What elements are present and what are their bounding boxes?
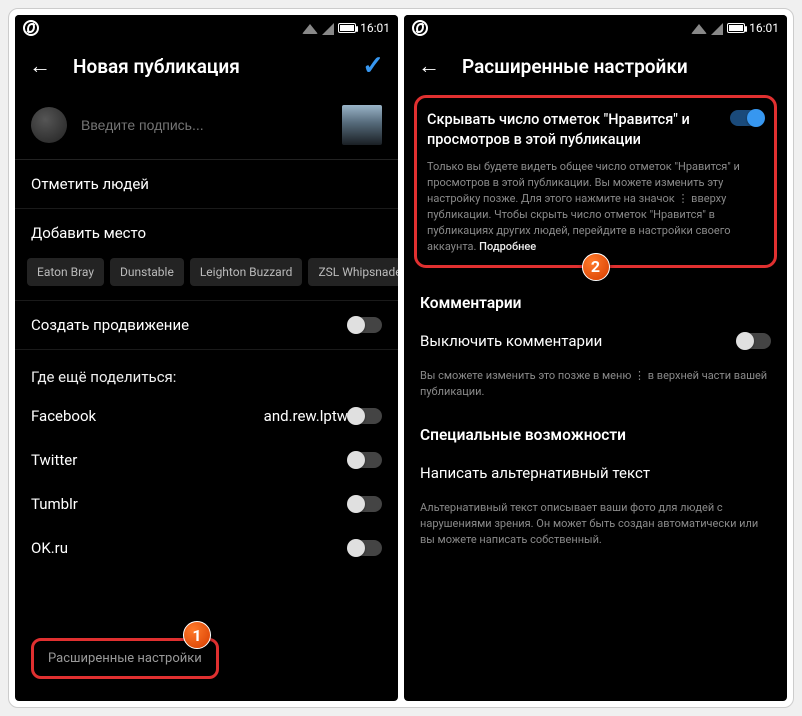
battery-icon <box>338 23 356 33</box>
location-chips: Eaton Bray Dunstable Leighton Buzzard ZS… <box>15 250 398 301</box>
share-facebook[interactable]: Facebook and.rew.lptw <box>15 394 398 438</box>
location-chip[interactable]: Eaton Bray <box>27 258 104 286</box>
share-account: and.rew.lptw <box>264 407 348 425</box>
alt-text-label: Написать альтернативный текст <box>420 464 771 482</box>
phone-left: 16:01 ← Новая публикация ✓ Отметить люде… <box>15 15 398 701</box>
share-label: Facebook <box>31 407 264 425</box>
tag-people-label: Отметить людей <box>31 175 382 193</box>
share-toggle[interactable] <box>348 408 382 424</box>
callout-badge: 1 <box>183 621 211 649</box>
signal-icon <box>711 23 723 35</box>
share-title: Где ещё поделиться: <box>15 350 398 394</box>
create-promo-row[interactable]: Создать продвижение <box>15 301 398 350</box>
share-toggle[interactable] <box>348 540 382 556</box>
add-location-label: Добавить место <box>31 224 382 242</box>
location-chip[interactable]: Leighton Buzzard <box>190 258 303 286</box>
confirm-icon[interactable]: ✓ <box>362 51 384 81</box>
disable-comments-row[interactable]: Выключить комментарии <box>404 318 787 364</box>
create-promo-label: Создать продвижение <box>31 316 348 334</box>
avatar <box>31 107 67 143</box>
shazam-icon <box>412 20 428 36</box>
share-label: Tumblr <box>31 495 348 513</box>
disable-comments-toggle[interactable] <box>737 333 771 349</box>
caption-row[interactable] <box>15 91 398 160</box>
accessibility-section-title: Специальные возможности <box>404 400 787 450</box>
share-twitter[interactable]: Twitter <box>15 438 398 482</box>
back-icon[interactable]: ← <box>418 53 440 79</box>
statusbar: 16:01 <box>15 15 398 41</box>
statusbar: 16:01 <box>404 15 787 41</box>
tutorial-canvas: 16:01 ← Новая публикация ✓ Отметить люде… <box>8 8 794 708</box>
add-location-row[interactable]: Добавить место <box>15 209 398 250</box>
back-icon[interactable]: ← <box>29 53 51 79</box>
disable-comments-label: Выключить комментарии <box>420 332 737 350</box>
step-callout-2: 2 <box>582 253 610 281</box>
shazam-icon <box>23 20 39 36</box>
location-chip[interactable]: ZSL Whipsnade Zoo <box>308 258 398 286</box>
hide-likes-desc: Только вы будете видеть общее число отме… <box>427 159 764 255</box>
post-thumbnail[interactable] <box>342 105 382 145</box>
hide-likes-highlight: Скрывать число отметок "Нравится" и прос… <box>414 95 777 268</box>
battery-icon <box>727 23 745 33</box>
page-title: Новая публикация <box>73 55 340 78</box>
alt-text-row[interactable]: Написать альтернативный текст <box>404 450 787 496</box>
wifi-icon <box>691 24 707 34</box>
status-time: 16:01 <box>749 21 779 35</box>
caption-input[interactable] <box>81 117 328 133</box>
phone-right: 16:01 ← Расширенные настройки Скрывать ч… <box>404 15 787 701</box>
step-callout-1: 1 <box>183 621 211 649</box>
appbar: ← Новая публикация ✓ <box>15 41 398 91</box>
wifi-icon <box>302 24 318 34</box>
share-okru[interactable]: OK.ru <box>15 526 398 570</box>
alt-text-desc: Альтернативный текст описывает ваши фото… <box>404 496 787 548</box>
share-toggle[interactable] <box>348 496 382 512</box>
share-toggle[interactable] <box>348 452 382 468</box>
share-label: Twitter <box>31 451 348 469</box>
promo-toggle[interactable] <box>348 317 382 333</box>
callout-badge: 2 <box>582 253 610 281</box>
page-title: Расширенные настройки <box>462 55 773 78</box>
comments-desc: Вы сможете изменить это позже в меню ⋮ в… <box>404 364 787 400</box>
appbar: ← Расширенные настройки <box>404 41 787 91</box>
hide-likes-toggle[interactable] <box>730 110 764 126</box>
signal-icon <box>322 23 334 35</box>
share-label: OK.ru <box>31 539 348 557</box>
status-time: 16:01 <box>360 21 390 35</box>
hide-likes-title: Скрывать число отметок "Нравится" и прос… <box>427 110 720 149</box>
learn-more-link[interactable]: Подробнее <box>479 240 536 253</box>
location-chip[interactable]: Dunstable <box>110 258 184 286</box>
share-tumblr[interactable]: Tumblr <box>15 482 398 526</box>
tag-people-row[interactable]: Отметить людей <box>15 160 398 209</box>
